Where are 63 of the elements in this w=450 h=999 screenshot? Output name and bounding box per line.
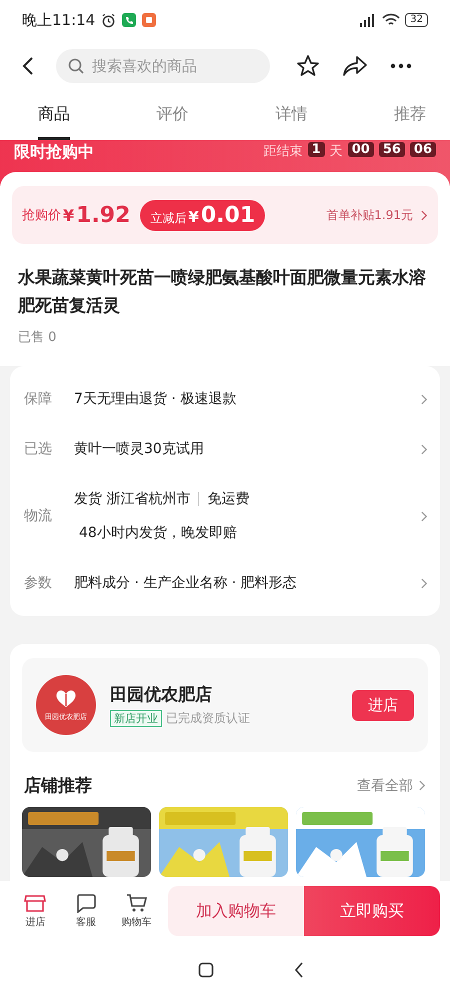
chevron-icon[interactable] bbox=[421, 394, 428, 404]
info-value: 7天无理由退货 · 极速退款 bbox=[74, 390, 236, 408]
discount-label: 立减后 bbox=[150, 210, 186, 226]
back-icon[interactable] bbox=[294, 962, 304, 978]
new-store-badge: 新店开业 bbox=[110, 710, 162, 727]
chevron-icon[interactable] bbox=[421, 578, 428, 588]
info-value: 黄叶一喷灵30克试用 bbox=[74, 440, 204, 458]
wifi-icon bbox=[382, 13, 400, 27]
subsidy-link[interactable]: 首单补贴1.91元 bbox=[326, 206, 413, 224]
chevron-icon bbox=[421, 210, 428, 220]
more-icon[interactable] bbox=[390, 63, 412, 69]
info-label: 参数 bbox=[24, 574, 53, 592]
price-value: 1.92 bbox=[76, 202, 130, 228]
share-icon[interactable] bbox=[342, 55, 368, 77]
info-value: 肥料成分 · 生产企业名称 · 肥料形态 bbox=[74, 574, 297, 592]
info-value: 48小时内发货，晚发即赔 bbox=[79, 524, 237, 542]
store-name: 田园优农肥店 bbox=[110, 684, 213, 706]
countdown-hours: 00 bbox=[348, 142, 374, 157]
enter-store-button[interactable]: 进店 bbox=[352, 690, 414, 720]
section-title: 店铺推荐 bbox=[24, 775, 92, 797]
star-icon[interactable] bbox=[296, 54, 320, 78]
back-icon[interactable] bbox=[22, 56, 34, 76]
certification-text: 已完成资质认证 bbox=[166, 710, 250, 727]
countdown-days: 1 bbox=[308, 142, 325, 157]
buy-now-button[interactable]: 立即购买 bbox=[304, 886, 440, 936]
info-value: 发货 浙江省杭州市 bbox=[74, 490, 190, 508]
discount-currency: ¥ bbox=[188, 208, 199, 226]
app-notification-icon bbox=[142, 13, 156, 27]
nav-button[interactable]: 进店 bbox=[16, 893, 55, 929]
countdown-minutes: 56 bbox=[378, 142, 405, 157]
flash-sale-title: 限时抢购中 bbox=[14, 142, 94, 163]
price-label: 抢购价 bbox=[22, 207, 61, 224]
info-label: 保障 bbox=[24, 390, 53, 408]
status-time: 晚上11:14 bbox=[22, 10, 96, 30]
nav-button[interactable]: 客服 bbox=[66, 893, 106, 929]
search-field[interactable]: 搜索喜欢的商品 bbox=[56, 49, 270, 83]
tab[interactable]: 评价 bbox=[156, 92, 189, 140]
add-to-cart-button[interactable]: 加入购物车 bbox=[168, 886, 304, 936]
heart-leaf-icon bbox=[54, 688, 78, 708]
nav-button[interactable]: 购物车 bbox=[117, 893, 156, 929]
cart-icon bbox=[126, 893, 148, 913]
product-title: 水果蔬菜黄叶死苗一喷绿肥氨基酸叶面肥微量元素水溶肥死苗复活灵 bbox=[18, 267, 427, 318]
info-value: 免运费 bbox=[207, 490, 250, 508]
phone-app-icon bbox=[122, 13, 136, 27]
info-label: 已选 bbox=[24, 440, 53, 458]
info-label: 物流 bbox=[24, 507, 53, 525]
sold-count: 已售 0 bbox=[18, 329, 58, 346]
countdown-unit: 天 bbox=[330, 143, 343, 160]
view-all-link[interactable]: 查看全部 bbox=[357, 776, 413, 794]
countdown-seconds: 06 bbox=[410, 142, 436, 157]
battery-indicator: 32 bbox=[405, 13, 428, 27]
store-icon bbox=[24, 893, 46, 913]
chevron-icon[interactable] bbox=[421, 510, 428, 522]
tab[interactable]: 详情 bbox=[275, 92, 308, 140]
discount-price: 0.01 bbox=[200, 202, 256, 228]
price-currency: ¥ bbox=[63, 206, 74, 224]
countdown-label: 距结束 bbox=[264, 143, 303, 160]
alarm-clock-icon bbox=[101, 12, 116, 28]
home-icon[interactable] bbox=[198, 962, 214, 978]
chevron-icon bbox=[419, 780, 426, 791]
tab[interactable]: 推荐 bbox=[394, 92, 426, 140]
chat-icon bbox=[75, 893, 97, 913]
chevron-icon[interactable] bbox=[421, 444, 428, 454]
